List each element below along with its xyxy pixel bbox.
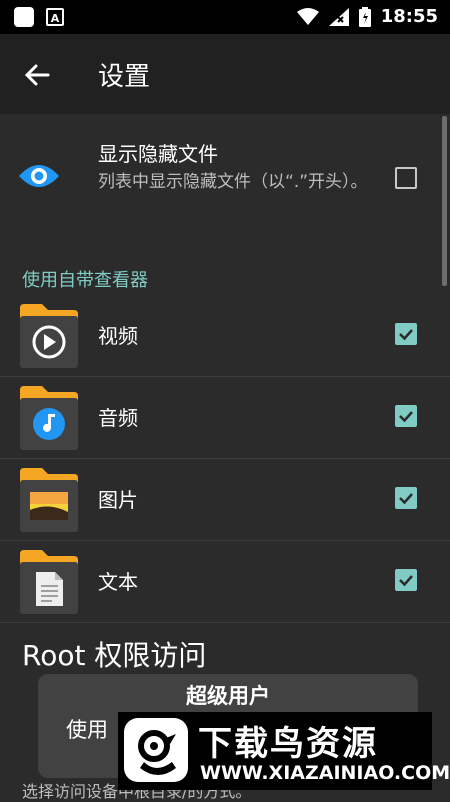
- clock: 18:55: [380, 6, 438, 27]
- signal-icon: [328, 7, 349, 26]
- viewer-row-audio[interactable]: 音频: [0, 376, 450, 459]
- watermark-logo: [124, 718, 188, 782]
- back-arrow-icon[interactable]: [22, 60, 52, 90]
- viewer-row-video[interactable]: 视频: [0, 294, 450, 377]
- watermark-url: WWW.XIAZAINIAO.COM: [200, 762, 450, 784]
- setting-show-hidden-files[interactable]: 显示隐藏文件 列表中显示隐藏文件（以“.”开头）。: [0, 114, 450, 238]
- video-viewer-checkbox[interactable]: [395, 323, 417, 345]
- root-access-title: Root 权限访问: [22, 639, 207, 672]
- hidden-files-checkbox[interactable]: [395, 167, 417, 189]
- audio-viewer-checkbox[interactable]: [395, 405, 417, 427]
- status-bar: A 18:55: [0, 0, 450, 34]
- bird-logo-icon: [138, 730, 176, 775]
- viewer-label: 音频: [98, 406, 138, 430]
- text-folder-icon: [20, 550, 78, 614]
- image-folder-icon: [20, 468, 78, 532]
- watermark-name: 下载鸟资源: [198, 724, 378, 764]
- viewer-row-text[interactable]: 文本: [0, 540, 450, 623]
- superuser-card-text: 使用: [66, 718, 108, 742]
- watermark-banner: 下载鸟资源 WWW.XIAZAINIAO.COM: [118, 712, 450, 790]
- toolbar: 设置: [0, 34, 450, 114]
- viewer-label: 文本: [98, 570, 138, 594]
- battery-icon: [358, 6, 371, 27]
- video-folder-icon: [20, 304, 78, 368]
- text-viewer-checkbox[interactable]: [395, 569, 417, 591]
- viewer-label: 视频: [98, 324, 138, 348]
- setting-title: 显示隐藏文件: [98, 142, 218, 166]
- audio-folder-icon: [20, 386, 78, 450]
- image-viewer-checkbox[interactable]: [395, 487, 417, 509]
- eye-icon: [19, 165, 59, 187]
- setting-subtitle: 列表中显示隐藏文件（以“.”开头）。: [98, 172, 368, 192]
- wifi-icon: [296, 7, 319, 25]
- page-title: 设置: [98, 62, 151, 92]
- viewer-row-image[interactable]: 图片: [0, 458, 450, 541]
- section-header-viewers: 使用自带查看器: [22, 270, 148, 291]
- viewer-label: 图片: [98, 488, 138, 512]
- app-notification-icon: A: [46, 8, 64, 26]
- superuser-card-title: 超级用户: [186, 684, 270, 708]
- notification-icon: [14, 7, 34, 27]
